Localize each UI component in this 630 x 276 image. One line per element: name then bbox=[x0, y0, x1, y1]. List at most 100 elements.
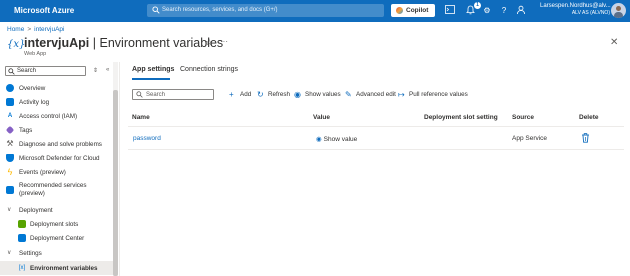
portal-brand[interactable]: Microsoft Azure bbox=[14, 6, 74, 15]
copilot-icon bbox=[396, 7, 403, 14]
sidebar-search-placeholder: Search bbox=[17, 68, 37, 74]
sidebar-search-input[interactable]: Search bbox=[5, 66, 86, 76]
pencil-icon: ✎ bbox=[345, 90, 352, 99]
activity-log-icon bbox=[6, 98, 14, 106]
eye-icon: ◉ bbox=[316, 136, 322, 143]
eye-icon: ◉ bbox=[294, 90, 301, 99]
table-header-divider bbox=[128, 126, 624, 127]
gear-icon[interactable]: ⚙ bbox=[481, 5, 493, 17]
lightning-icon: ϟ bbox=[7, 167, 13, 177]
tab-connection-strings[interactable]: Connection strings bbox=[180, 66, 238, 73]
tag-icon bbox=[5, 125, 15, 135]
help-icon[interactable]: ? bbox=[498, 5, 510, 17]
environment-variables-icon: {x} bbox=[7, 39, 26, 50]
show-value-label: Show value bbox=[323, 136, 358, 143]
page-title: intervjuApi | Environment variables bbox=[24, 36, 223, 50]
column-header-value[interactable]: Value bbox=[313, 114, 330, 121]
sidebar-item-tags[interactable]: Tags bbox=[0, 123, 118, 137]
iam-icon: A bbox=[6, 112, 14, 120]
chevron-down-icon: ∨ bbox=[7, 250, 12, 256]
tab-app-settings[interactable]: App settings bbox=[132, 66, 174, 73]
filter-placeholder: Search bbox=[146, 92, 166, 98]
sidebar-item-events[interactable]: ϟ Events (preview) bbox=[0, 165, 118, 179]
sidebar-item-label: Diagnose and solve problems bbox=[19, 141, 102, 148]
expand-menu-icon[interactable]: ⇕ bbox=[93, 67, 98, 74]
resource-type: Web App bbox=[24, 51, 47, 57]
table-row-divider bbox=[128, 149, 624, 150]
breadcrumb: Home > intervjuApi bbox=[7, 26, 65, 33]
slots-icon bbox=[18, 220, 26, 228]
notification-badge: 1 bbox=[474, 2, 481, 9]
env-var-icon: [x] bbox=[18, 265, 26, 271]
sidebar-item-diagnose[interactable]: ⚒ Diagnose and solve problems bbox=[0, 137, 118, 151]
sidebar-item-label: Overview bbox=[19, 85, 46, 92]
breadcrumb-separator: > bbox=[27, 26, 32, 33]
sidebar-scrollbar-thumb[interactable] bbox=[113, 90, 118, 276]
avatar-body bbox=[614, 12, 623, 18]
sidebar-item-defender[interactable]: Microsoft Defender for Cloud bbox=[0, 151, 118, 165]
sidebar-item-recommended-services[interactable]: Recommended services (preview) bbox=[0, 179, 118, 201]
sidebar-item-access-control[interactable]: A Access control (IAM) bbox=[0, 109, 118, 123]
breadcrumb-resource[interactable]: intervjuApi bbox=[34, 26, 64, 33]
sidebar-item-label: Events (preview) bbox=[19, 169, 66, 176]
sidebar-group-settings[interactable]: ∨ Settings bbox=[0, 246, 118, 260]
column-header-name[interactable]: Name bbox=[132, 114, 150, 121]
sidebar-group-deployment[interactable]: ∨ Deployment bbox=[0, 203, 118, 217]
globe-icon bbox=[6, 84, 14, 92]
pull-reference-label: Pull reference values bbox=[409, 91, 468, 98]
top-navigation-bar: Microsoft Azure Search resources, servic… bbox=[0, 0, 630, 22]
add-label: Add bbox=[240, 91, 252, 98]
search-icon bbox=[136, 91, 143, 98]
shield-icon bbox=[6, 154, 14, 162]
sidebar-item-label: Deployment Center bbox=[30, 235, 85, 242]
copilot-button[interactable]: Copilot bbox=[391, 4, 435, 17]
refresh-label: Refresh bbox=[268, 91, 291, 98]
sidebar-item-label: Activity log bbox=[19, 99, 50, 106]
favorite-star-icon[interactable]: ☆ bbox=[205, 37, 213, 48]
filter-settings-input[interactable]: Search bbox=[132, 89, 214, 100]
sidebar-item-activity-log[interactable]: Activity log bbox=[0, 95, 118, 109]
column-header-deployment-slot-setting[interactable]: Deployment slot setting bbox=[424, 114, 498, 121]
feedback-icon[interactable] bbox=[515, 5, 527, 17]
breadcrumb-home[interactable]: Home bbox=[7, 26, 24, 33]
sidebar-item-label: Access control (IAM) bbox=[19, 113, 78, 120]
account-info[interactable]: Larsespen.Nordhus@alv... ALV AS (ALVNO) bbox=[540, 3, 611, 16]
show-value-button[interactable]: ◉ Show value bbox=[316, 135, 357, 143]
show-values-label: Show values bbox=[305, 91, 341, 98]
sidebar-item-label: Recommended services (preview) bbox=[19, 182, 87, 197]
resource-menu-sidebar: Search ⇕ « Overview Activity log A Acces… bbox=[0, 62, 118, 276]
cloud-shell-icon[interactable] bbox=[444, 5, 456, 17]
search-icon bbox=[8, 68, 15, 75]
refresh-icon: ↻ bbox=[257, 90, 264, 99]
sidebar-item-label: Environment variables bbox=[30, 265, 98, 272]
setting-name-link[interactable]: password bbox=[133, 135, 161, 142]
user-name: Larsespen.Nordhus@alv... bbox=[540, 3, 611, 9]
wrench-icon: ⚒ bbox=[6, 139, 14, 148]
trash-icon[interactable] bbox=[581, 133, 590, 143]
sidebar-item-deployment-slots[interactable]: Deployment slots bbox=[0, 217, 118, 231]
global-search-input[interactable]: Search resources, services, and docs (G+… bbox=[147, 4, 384, 17]
copilot-label: Copilot bbox=[406, 7, 429, 14]
advanced-edit-label: Advanced edit bbox=[356, 91, 396, 98]
collapse-menu-icon[interactable]: « bbox=[106, 67, 109, 73]
pull-icon: ↦ bbox=[398, 90, 405, 99]
more-options-icon[interactable]: ··· bbox=[220, 37, 228, 46]
search-icon bbox=[152, 6, 160, 14]
sidebar-item-label: Microsoft Defender for Cloud bbox=[19, 155, 100, 162]
avatar[interactable] bbox=[611, 3, 626, 18]
resource-name: intervjuApi bbox=[24, 36, 90, 50]
sidebar-item-environment-variables[interactable]: [x] Environment variables bbox=[0, 261, 118, 275]
column-header-source[interactable]: Source bbox=[512, 114, 534, 121]
sidebar-group-label: Deployment bbox=[19, 207, 53, 214]
sidebar-group-label: Settings bbox=[19, 250, 42, 257]
sidebar-item-overview[interactable]: Overview bbox=[0, 81, 118, 95]
avatar-head bbox=[616, 6, 621, 11]
sidebar-item-label: Deployment slots bbox=[30, 221, 79, 228]
user-tenant: ALV AS (ALVNO) bbox=[571, 10, 610, 16]
active-tab-indicator bbox=[132, 78, 170, 80]
column-header-delete: Delete bbox=[579, 114, 599, 121]
sidebar-divider bbox=[119, 62, 120, 276]
sidebar-item-deployment-center[interactable]: Deployment Center bbox=[0, 231, 118, 245]
cube-icon bbox=[18, 234, 26, 242]
close-icon[interactable]: ✕ bbox=[610, 37, 618, 48]
